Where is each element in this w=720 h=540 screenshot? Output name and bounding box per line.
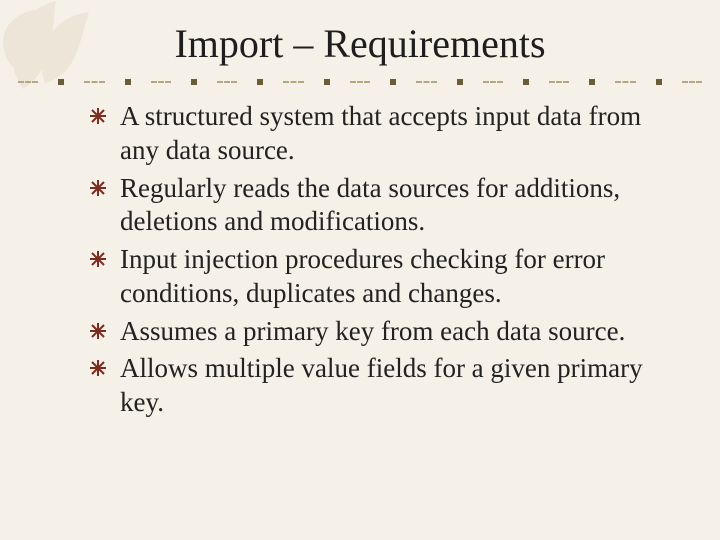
bullet-icon [90,108,106,124]
list-item-text: Input injection procedures checking for … [120,243,660,311]
bullet-icon [90,180,106,196]
list-item-text: Assumes a primary key from each data sou… [120,315,625,349]
title-divider [18,78,702,86]
slide: Import – Requirements A structured syste… [0,0,720,540]
list-item-text: A structured system that accepts input d… [120,100,660,168]
list-item: Input injection procedures checking for … [90,243,660,311]
list-item: Assumes a primary key from each data sou… [90,315,660,349]
list-item: Regularly reads the data sources for add… [90,172,660,240]
bullet-icon [90,323,106,339]
bullet-list: A structured system that accepts input d… [90,100,660,424]
bullet-icon [90,251,106,267]
bullet-icon [90,360,106,376]
list-item: A structured system that accepts input d… [90,100,660,168]
list-item: Allows multiple value fields for a given… [90,352,660,420]
page-title: Import – Requirements [0,20,720,67]
list-item-text: Regularly reads the data sources for add… [120,172,660,240]
list-item-text: Allows multiple value fields for a given… [120,352,660,420]
